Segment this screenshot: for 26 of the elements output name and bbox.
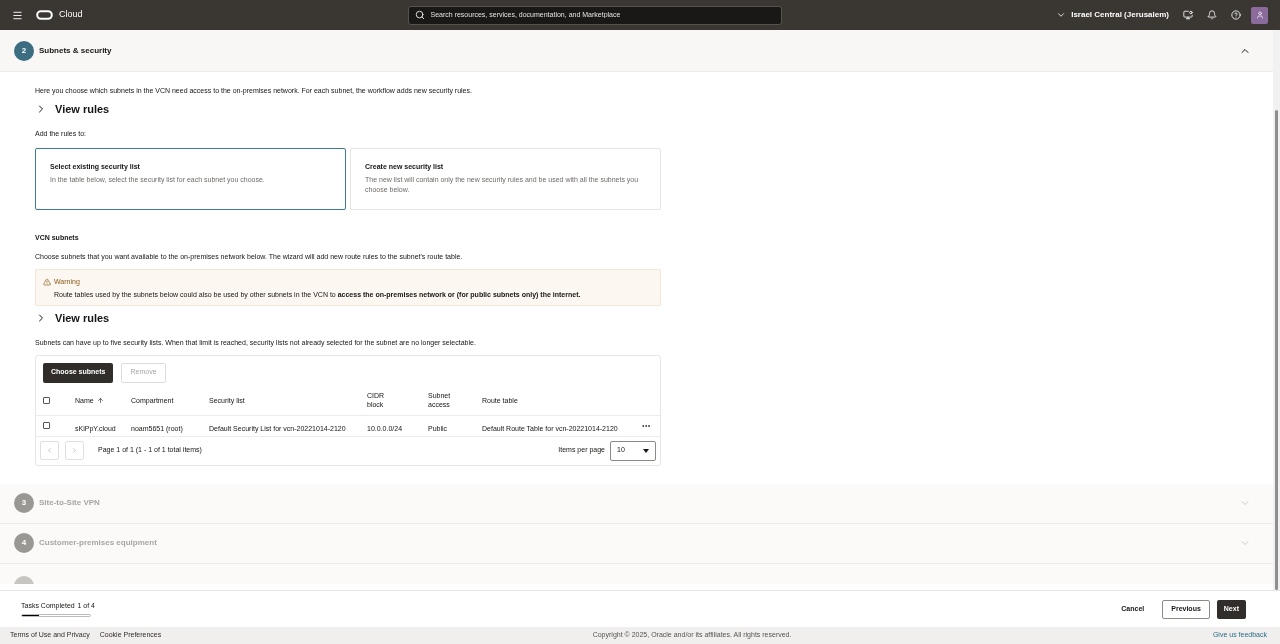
search-icon (414, 10, 425, 20)
help-icon[interactable] (1231, 10, 1241, 20)
step-title: Subnets & security (39, 44, 112, 57)
step-number: 3 (14, 493, 34, 513)
bell-icon[interactable] (1207, 10, 1217, 20)
avatar[interactable] (1251, 6, 1268, 24)
chevron-right-icon (71, 447, 78, 454)
view-rules-toggle[interactable]: View rules (55, 100, 110, 117)
step-number: 2 (14, 40, 34, 61)
warning-icon (43, 277, 51, 286)
chevron-left-icon (46, 447, 53, 454)
sort-icon[interactable] (96, 396, 104, 404)
row-checkbox[interactable] (43, 422, 50, 429)
select-all-checkbox[interactable] (43, 396, 50, 404)
step-number: 4 (14, 533, 34, 553)
monitor-icon[interactable] (1183, 10, 1193, 20)
menu-icon[interactable] (12, 9, 23, 21)
logo-icon (36, 10, 53, 20)
view-rules-toggle[interactable]: View rules (55, 309, 110, 326)
region-caret-icon[interactable] (1056, 10, 1067, 20)
region-selector[interactable]: Israel Central (Jerusalem) (1071, 9, 1169, 21)
app-title: Cloud (59, 8, 83, 22)
caret-icon (643, 448, 649, 453)
step-title: Site-to-Site VPN (39, 497, 100, 509)
step-title: Customer-premises equipment (39, 537, 157, 549)
step-header[interactable]: 2 Subnets & security (0, 30, 1273, 72)
